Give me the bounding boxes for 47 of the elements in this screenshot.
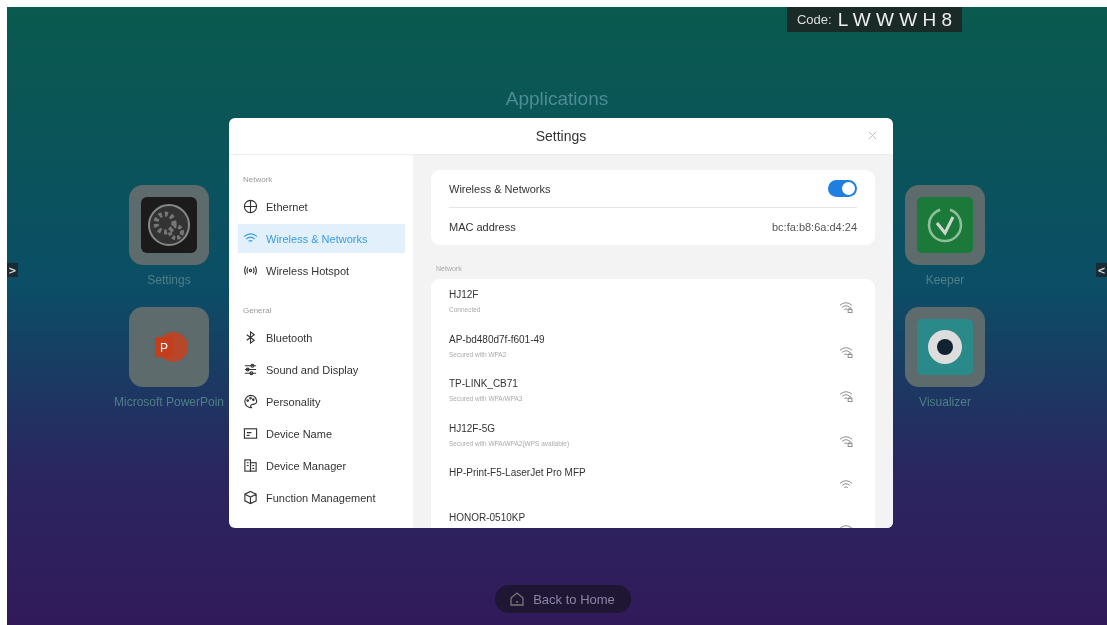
globe-icon bbox=[243, 199, 258, 214]
cube-icon bbox=[243, 490, 258, 505]
app-label: Keeper bbox=[925, 273, 965, 287]
network-name: HJ12F bbox=[449, 289, 480, 300]
expand-arrow-button[interactable]: > bbox=[7, 263, 18, 277]
collapse-arrow-button[interactable]: < bbox=[1096, 263, 1107, 277]
network-name: HONOR-0510KP bbox=[449, 511, 526, 523]
device-icon bbox=[243, 458, 258, 473]
sidebar-item[interactable]: Device Manager bbox=[238, 451, 405, 480]
sidebar-item[interactable]: Personality bbox=[238, 387, 405, 416]
code-value: L W W W H 8 bbox=[837, 8, 952, 31]
section-header: General bbox=[243, 306, 273, 315]
sidebar-item[interactable]: Bluetooth bbox=[238, 323, 405, 352]
app-tile[interactable] bbox=[905, 307, 985, 387]
network-name: TP-LINK_CB71 bbox=[449, 378, 519, 389]
network-name: HP-Print-F5-LaserJet Pro MFP bbox=[449, 467, 586, 478]
network-item[interactable]: HONOR-0510KP bbox=[449, 507, 857, 528]
app-label: Settings bbox=[147, 273, 191, 287]
mac-label: MAC address bbox=[449, 220, 516, 233]
mac-value: bc:fa:b8:6a:d4:24 bbox=[772, 220, 857, 233]
back-to-home-button[interactable]: Back to Home bbox=[495, 585, 631, 613]
wireless-label: Wireless & Networks bbox=[449, 182, 551, 195]
sidebar-item[interactable]: Sound and Display bbox=[238, 355, 405, 384]
wireless-toggle[interactable] bbox=[828, 180, 857, 197]
sidebar-item[interactable]: Device Name bbox=[238, 419, 405, 448]
app-label: Visualizer bbox=[919, 395, 971, 409]
camera-lens-icon bbox=[917, 319, 973, 375]
page-title: Applications bbox=[504, 88, 610, 111]
sidebar-item[interactable]: Wireless Hotspot bbox=[238, 256, 405, 285]
sliders-icon bbox=[243, 362, 258, 377]
app-tile[interactable]: P bbox=[129, 307, 209, 387]
gear-icon bbox=[141, 197, 197, 253]
network-item[interactable]: HP-Print-F5-LaserJet Pro MFP bbox=[449, 463, 857, 508]
dialog-title: Settings bbox=[535, 128, 587, 144]
network-name: HJ12F-5G bbox=[449, 422, 497, 434]
section-header: Network bbox=[243, 175, 274, 184]
network-name: AP-bd480d7f-f601-49 bbox=[449, 333, 545, 345]
sidebar-item[interactable]: Ethernet bbox=[238, 192, 405, 221]
palette-icon bbox=[243, 394, 258, 409]
code-label: Code: bbox=[796, 12, 832, 27]
name-card-icon bbox=[243, 426, 258, 441]
app-label: Microsoft PowerPoin bbox=[114, 395, 225, 409]
hotspot-icon bbox=[243, 263, 258, 278]
app-tile[interactable] bbox=[129, 185, 209, 265]
home-icon bbox=[509, 591, 526, 607]
sidebar-item[interactable]: Function Management bbox=[238, 483, 405, 512]
app-tile[interactable] bbox=[905, 185, 985, 265]
